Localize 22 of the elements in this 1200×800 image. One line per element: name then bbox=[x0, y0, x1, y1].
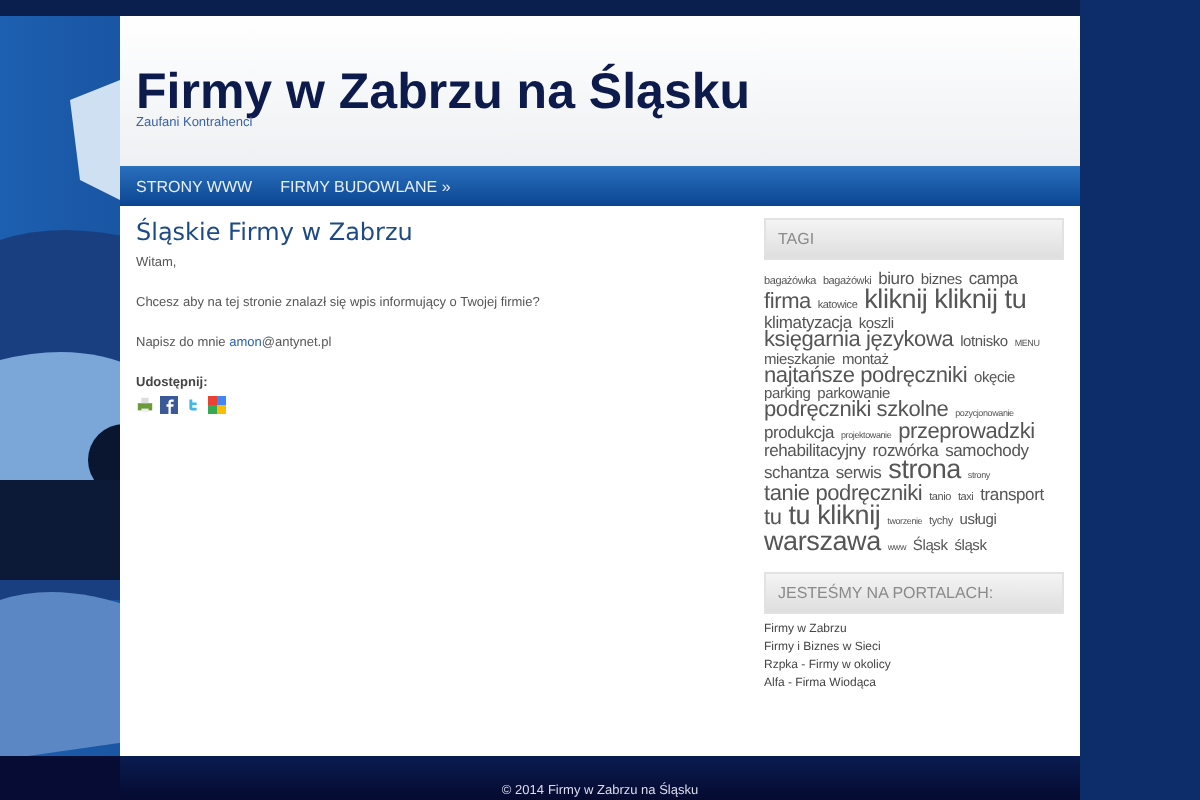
tag-link[interactable]: najtańsze podręczniki bbox=[764, 363, 968, 388]
tag-link[interactable]: kliknij bbox=[864, 284, 928, 315]
widget-heading: TAGI bbox=[764, 218, 1064, 260]
tag-link[interactable]: klimatyzacja bbox=[764, 312, 852, 333]
tag-link[interactable]: schantza bbox=[764, 462, 829, 483]
tag-link[interactable]: firma bbox=[764, 290, 811, 315]
nav-link[interactable]: FIRMY BUDOWLANE » bbox=[280, 177, 451, 195]
tag-link[interactable]: księgarnia językowa bbox=[764, 328, 954, 353]
widget-heading: JESTEŚMY NA PORTALACH: bbox=[764, 572, 1064, 615]
tag-link[interactable]: kliknij tu bbox=[934, 284, 1027, 315]
tag-link[interactable]: przeprowadzki bbox=[898, 419, 1035, 444]
tag-link[interactable]: tanie podręczniki bbox=[764, 482, 923, 507]
tag-link[interactable]: biuro bbox=[878, 268, 914, 288]
tag-link[interactable]: produkcja bbox=[764, 421, 835, 442]
tag-link[interactable]: transport bbox=[980, 484, 1044, 505]
tag-link[interactable]: podręczniki szkolne bbox=[764, 398, 949, 423]
nav-link[interactable]: STRONY WWW bbox=[136, 177, 253, 195]
tag-link[interactable]: rehabilitacyjny bbox=[764, 440, 866, 461]
tag-link[interactable]: serwis bbox=[835, 462, 882, 483]
tag-link[interactable]: campa bbox=[968, 268, 1018, 288]
post-title: Śląskie Firmy w Zabrzu bbox=[136, 218, 415, 246]
tag-link[interactable]: tu bbox=[764, 506, 782, 531]
